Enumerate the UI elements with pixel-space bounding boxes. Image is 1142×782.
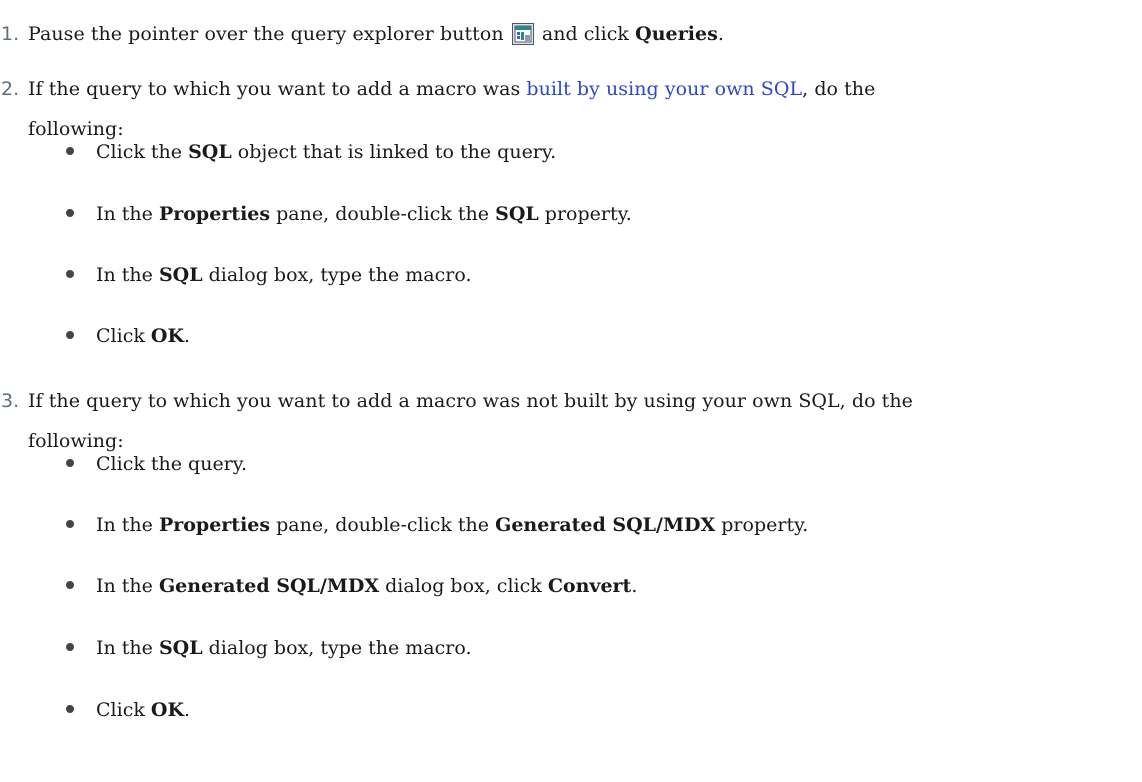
list-item: Click OK. <box>66 690 1126 730</box>
bullet-text-pre: In the <box>96 203 153 225</box>
list-item: In the Properties pane, double-click the… <box>66 194 1126 234</box>
bullet-text-mid: object that is linked to the query. <box>237 141 557 163</box>
bullet-text-mid: pane, double-click the <box>276 203 490 225</box>
step-line-1: If the query to which you want to add a … <box>28 69 1128 109</box>
bullet-text-mid: dialog box, type the macro. <box>208 637 472 659</box>
bullet-term: OK <box>150 325 184 347</box>
bullet-text-post: . <box>631 575 638 597</box>
bullet-text: Click OK. <box>96 316 190 356</box>
bullet-text: In the Properties pane, double-click the… <box>96 505 808 545</box>
list-item: Click the SQL object that is linked to t… <box>66 132 1126 172</box>
bullet-dot <box>66 147 74 155</box>
list-item: In the Properties pane, double-click the… <box>66 505 1126 545</box>
bullet-term: Properties <box>158 203 271 225</box>
step-line-1: If the query to which you want to add a … <box>28 390 913 412</box>
list-item: Click OK. <box>66 316 1126 356</box>
bullet-term: SQL <box>158 264 203 286</box>
bullet-text-pre: Click <box>96 699 145 721</box>
bullet-text: In the Properties pane, double-click the… <box>96 194 632 234</box>
step-number: 2. <box>1 78 20 100</box>
step-text-mid: and click <box>541 23 629 45</box>
bullet-term: OK <box>150 699 184 721</box>
step-1: 1. Pause the pointer over the query expl… <box>0 14 1130 54</box>
bullet-text: In the SQL dialog box, type the macro. <box>96 628 472 668</box>
bullet-text-pre: Click <box>96 325 145 347</box>
bullet-dot <box>66 270 74 278</box>
bullet-term: SQL <box>495 203 539 225</box>
list-item: Click the query. <box>66 444 1126 484</box>
bullet-dot <box>66 643 74 651</box>
bullet-dot <box>66 459 74 467</box>
bullet-text-mid: . <box>183 325 191 347</box>
bullet-text: Click the SQL object that is linked to t… <box>96 132 556 172</box>
step-text: Pause the pointer over the query explore… <box>28 14 1128 54</box>
bullet-dot <box>66 520 74 528</box>
step-2: 2. If the query to which you want to add… <box>0 69 1130 409</box>
bullet-text-mid: pane, double-click the <box>276 514 490 536</box>
bullet-text-pre: In the <box>96 637 153 659</box>
bullet-text: Click OK. <box>96 690 190 730</box>
bullet-dot <box>66 581 74 589</box>
step-text-post: . <box>717 23 725 45</box>
bullet-text: In the Generated SQL/MDX dialog box, cli… <box>96 566 637 606</box>
bullet-text-post: property. <box>721 514 809 536</box>
step-text-post: , do the <box>802 78 876 100</box>
bullet-term: SQL <box>188 141 232 163</box>
step-number: 3. <box>1 390 20 412</box>
bullet-text-mid: . <box>183 699 191 721</box>
list-item: In the Generated SQL/MDX dialog box, cli… <box>66 566 1126 606</box>
query-explorer-icon[interactable] <box>511 23 534 45</box>
bullet-term: Convert <box>547 575 632 597</box>
bullet-term: SQL <box>158 637 203 659</box>
list-item: In the SQL dialog box, type the macro. <box>66 628 1126 668</box>
own-sql-link[interactable]: built by using your own SQL <box>526 78 802 100</box>
bullet-text-pre: In the <box>96 264 153 286</box>
bullet-text: In the SQL dialog box, type the macro. <box>96 255 472 295</box>
bullet-text-pre: Click the <box>96 141 183 163</box>
step-text-pre: Pause the pointer over the query explore… <box>28 23 504 45</box>
bullet-dot <box>66 209 74 217</box>
bullet-text-mid: dialog box, click <box>385 575 542 597</box>
bullet-dot <box>66 331 74 339</box>
bullet-dot <box>66 705 74 713</box>
bullet-text-pre: Click the query. <box>96 453 248 475</box>
bullet-text: Click the query. <box>96 444 247 484</box>
bullet-text-mid: dialog box, type the macro. <box>208 264 472 286</box>
list-item: In the SQL dialog box, type the macro. <box>66 255 1126 295</box>
bullet-term: Properties <box>158 514 271 536</box>
bullet-term: Generated SQL/MDX <box>158 575 380 597</box>
bullet-text-post: property. <box>544 203 632 225</box>
bullet-text-pre: In the <box>96 514 153 536</box>
bullet-term: Generated SQL/MDX <box>495 514 716 536</box>
queries-term: Queries <box>635 23 718 45</box>
bullet-text-pre: In the <box>96 575 153 597</box>
step-number: 1. <box>1 23 20 45</box>
step-text-pre: If the query to which you want to add a … <box>28 78 521 100</box>
